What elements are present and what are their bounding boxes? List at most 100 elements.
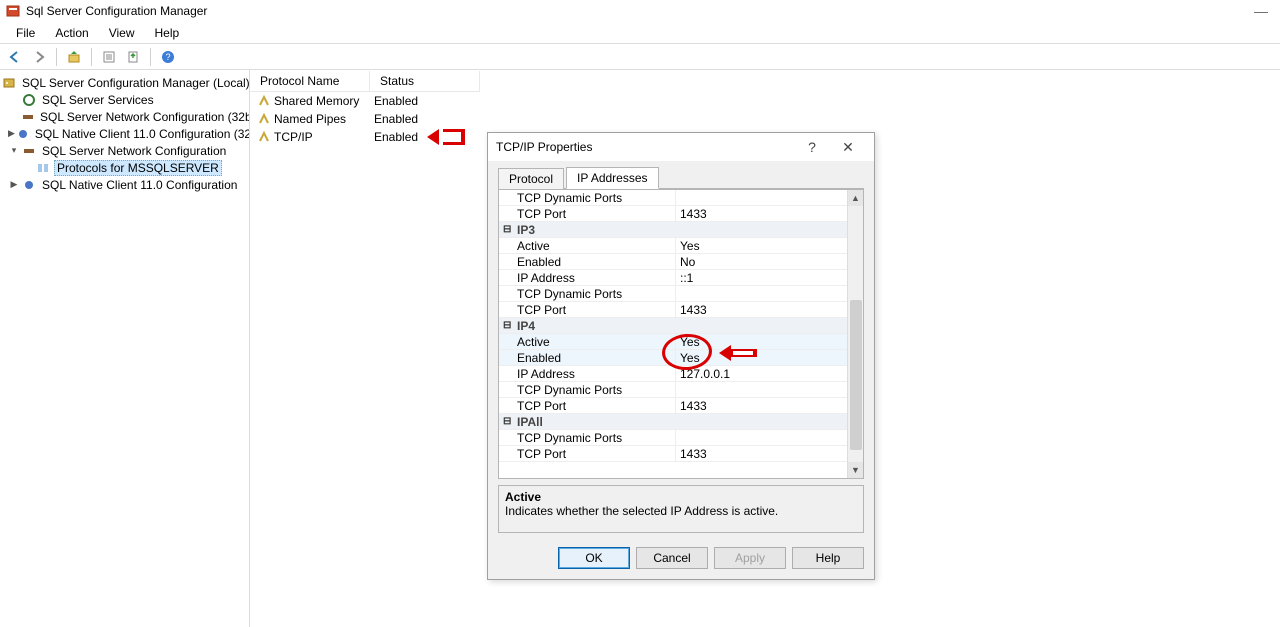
property-value[interactable]: [675, 430, 847, 445]
tree-item-services[interactable]: SQL Server Services: [0, 91, 249, 108]
up-button[interactable]: [63, 46, 85, 68]
list-row-named-pipes[interactable]: Named Pipes Enabled: [250, 110, 1280, 128]
property-label: IP4: [515, 319, 675, 333]
list-row-shared-memory[interactable]: Shared Memory Enabled: [250, 92, 1280, 110]
property-value[interactable]: 1433: [675, 398, 847, 413]
svg-text:?: ?: [165, 52, 170, 62]
property-row[interactable]: TCP Port1433: [499, 206, 847, 222]
client-icon: [17, 127, 29, 141]
property-row[interactable]: EnabledNo: [499, 254, 847, 270]
property-row[interactable]: TCP Dynamic Ports: [499, 190, 847, 206]
collapse-icon[interactable]: ⊟: [503, 320, 515, 331]
tree-item-native[interactable]: ▶ SQL Native Client 11.0 Configuration: [0, 176, 249, 193]
property-row[interactable]: IP Address::1: [499, 270, 847, 286]
help-button[interactable]: Help: [792, 547, 864, 569]
network-icon: [22, 110, 34, 124]
property-label: IP Address: [515, 271, 675, 285]
property-label: TCP Port: [515, 303, 675, 317]
property-row[interactable]: TCP Dynamic Ports: [499, 382, 847, 398]
scroll-thumb[interactable]: [850, 300, 862, 450]
property-row[interactable]: EnabledYes: [499, 350, 847, 366]
property-value[interactable]: 1433: [675, 206, 847, 221]
collapse-icon[interactable]: ⊟: [503, 416, 515, 427]
toolbar-separator: [91, 48, 92, 66]
tree-item-native32[interactable]: ▶ SQL Native Client 11.0 Configuration (…: [0, 125, 249, 142]
dialog-help-button[interactable]: ?: [794, 139, 830, 155]
property-value[interactable]: 1433: [675, 446, 847, 461]
property-label: TCP Port: [515, 447, 675, 461]
expand-icon[interactable]: ▶: [8, 179, 20, 191]
tree-item-netconfig32[interactable]: SQL Server Network Configuration (32bit: [0, 108, 249, 125]
property-label: Enabled: [515, 255, 675, 269]
property-value[interactable]: 1433: [675, 302, 847, 317]
property-row[interactable]: TCP Dynamic Ports: [499, 430, 847, 446]
property-label: TCP Dynamic Ports: [515, 191, 675, 205]
property-value: [675, 414, 847, 429]
protocol-icon: [258, 131, 270, 143]
collapse-icon[interactable]: ▾: [8, 145, 20, 157]
tree-item-protocols[interactable]: Protocols for MSSQLSERVER: [0, 159, 249, 176]
property-row[interactable]: IP Address127.0.0.1: [499, 366, 847, 382]
protocol-icon: [258, 113, 270, 125]
property-value[interactable]: [675, 190, 847, 205]
minimize-button[interactable]: —: [1248, 3, 1274, 19]
property-row[interactable]: TCP Port1433: [499, 398, 847, 414]
property-row[interactable]: TCP Dynamic Ports: [499, 286, 847, 302]
forward-button[interactable]: [28, 46, 50, 68]
property-value[interactable]: [675, 286, 847, 301]
dialog-title-bar[interactable]: TCP/IP Properties ? ✕: [488, 133, 874, 161]
back-button[interactable]: [4, 46, 26, 68]
tcpip-properties-dialog: TCP/IP Properties ? ✕ Protocol IP Addres…: [487, 132, 875, 580]
tab-ip-addresses[interactable]: IP Addresses: [566, 167, 659, 189]
scroll-up-button[interactable]: ▲: [848, 190, 863, 206]
property-group-header[interactable]: ⊟IP3: [499, 222, 847, 238]
menu-file[interactable]: File: [6, 24, 45, 42]
column-protocol-name[interactable]: Protocol Name: [250, 71, 370, 92]
property-label: Active: [515, 335, 675, 349]
collapse-icon[interactable]: ⊟: [503, 224, 515, 235]
title-bar: Sql Server Configuration Manager —: [0, 0, 1280, 22]
tree-pane: SQL Server Configuration Manager (Local)…: [0, 70, 250, 627]
property-value[interactable]: ::1: [675, 270, 847, 285]
cancel-button[interactable]: Cancel: [636, 547, 708, 569]
protocol-icon: [258, 95, 270, 107]
property-row[interactable]: ActiveYes: [499, 334, 847, 350]
property-row[interactable]: TCP Port1433: [499, 446, 847, 462]
property-value[interactable]: Yes: [675, 350, 847, 365]
property-row[interactable]: TCP Port1433: [499, 302, 847, 318]
properties-button[interactable]: [98, 46, 120, 68]
help-button[interactable]: ?: [157, 46, 179, 68]
property-label: TCP Port: [515, 207, 675, 221]
property-value[interactable]: Yes: [675, 334, 847, 349]
property-row[interactable]: ActiveYes: [499, 238, 847, 254]
property-value[interactable]: [675, 382, 847, 397]
dialog-close-button[interactable]: ✕: [830, 139, 866, 156]
tree-item-netconfig[interactable]: ▾ SQL Server Network Configuration: [0, 142, 249, 159]
menu-action[interactable]: Action: [45, 24, 98, 42]
tree-root[interactable]: SQL Server Configuration Manager (Local): [0, 74, 249, 91]
property-group-header[interactable]: ⊟IPAll: [499, 414, 847, 430]
menu-help[interactable]: Help: [145, 24, 190, 42]
property-group-header[interactable]: ⊟IP4: [499, 318, 847, 334]
property-label: Enabled: [515, 351, 675, 365]
property-value[interactable]: No: [675, 254, 847, 269]
tab-protocol[interactable]: Protocol: [498, 168, 564, 189]
property-value[interactable]: 127.0.0.1: [675, 366, 847, 381]
property-label: TCP Dynamic Ports: [515, 383, 675, 397]
property-label: IP3: [515, 223, 675, 237]
property-value: [675, 318, 847, 333]
annotation-arrow-2: [717, 342, 757, 364]
column-status[interactable]: Status: [370, 71, 480, 92]
menu-view[interactable]: View: [99, 24, 145, 42]
export-button[interactable]: [122, 46, 144, 68]
description-text: Indicates whether the selected IP Addres…: [505, 504, 857, 518]
scroll-down-button[interactable]: ▼: [848, 462, 863, 478]
apply-button[interactable]: Apply: [714, 547, 786, 569]
expand-icon[interactable]: ▶: [8, 128, 15, 140]
property-value[interactable]: Yes: [675, 238, 847, 253]
ok-button[interactable]: OK: [558, 547, 630, 569]
vertical-scrollbar[interactable]: ▲ ▼: [847, 190, 863, 478]
property-label: Active: [515, 239, 675, 253]
toolbar: ?: [0, 44, 1280, 70]
property-label: IPAll: [515, 415, 675, 429]
